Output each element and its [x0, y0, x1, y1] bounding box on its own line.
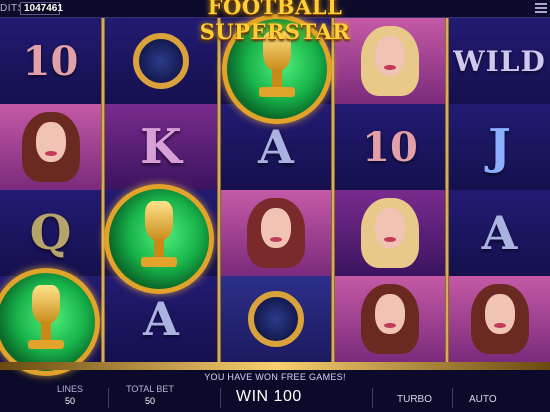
trophy-scatter-icon [104, 184, 214, 294]
total-bet-control[interactable]: TOTAL BET 50 [120, 384, 180, 406]
symbol-ten-text: 10 [362, 123, 418, 171]
lines-value: 50 [64, 396, 75, 406]
reels-area: 10 Q K A A 10 WILD J A [0, 14, 550, 376]
symbol-ace-text: A [481, 206, 518, 260]
auto-button[interactable]: AUTO [469, 394, 497, 405]
symbol-woman [335, 276, 445, 362]
status-message: YOU HAVE WON FREE GAMES! [204, 372, 346, 382]
woman-portrait-icon [465, 280, 535, 358]
lines-control[interactable]: LINES 50 [50, 384, 90, 406]
symbol-jack-text: J [488, 119, 511, 175]
game-logo: FOOTBALL SUPERSTAR [199, 0, 351, 44]
symbol-ace-text: A [258, 120, 294, 174]
symbol-woman [221, 190, 331, 276]
symbol-ten: 10 [0, 18, 101, 104]
credits-value: 1047461 [24, 3, 63, 14]
symbol-woman [449, 276, 550, 362]
symbol-wild-text: WILD [453, 44, 546, 78]
total-bet-value: 50 [144, 396, 155, 406]
symbol-queen: Q [0, 190, 101, 276]
symbol-jack: J [449, 104, 550, 190]
woman-portrait-icon [355, 280, 425, 358]
symbol-king: K [105, 104, 217, 190]
symbol-watch [221, 276, 331, 362]
symbol-woman-blonde [335, 18, 445, 104]
total-bet-label: TOTAL BET [126, 384, 174, 394]
symbol-woman-blonde [335, 190, 445, 276]
watch-icon [133, 33, 189, 89]
symbol-king-text: K [140, 119, 182, 175]
turbo-button[interactable]: TURBO [397, 394, 432, 405]
divider [372, 388, 373, 408]
divider [108, 388, 109, 408]
divider [452, 388, 453, 408]
lines-label: LINES [56, 384, 83, 394]
symbol-ten: 10 [335, 104, 445, 190]
blonde-woman-portrait-icon [355, 194, 425, 272]
symbol-ace-text: A [143, 292, 179, 346]
reel-4: 10 [335, 18, 445, 362]
win-display: WIN 100 [236, 388, 302, 405]
menu-icon[interactable] [535, 3, 547, 15]
blonde-woman-portrait-icon [355, 22, 425, 100]
symbol-ten-text: 10 [22, 37, 79, 85]
divider [220, 388, 221, 408]
watch-icon [248, 291, 304, 347]
reel-5: WILD J A [449, 18, 550, 362]
woman-portrait-icon [241, 194, 311, 272]
symbol-ace: A [449, 190, 550, 276]
reel-bottom-frame [0, 362, 550, 370]
symbol-woman [0, 104, 101, 190]
woman-portrait-icon [16, 108, 86, 186]
symbol-wild: WILD [449, 18, 550, 104]
symbol-queen-text: Q [29, 205, 72, 261]
